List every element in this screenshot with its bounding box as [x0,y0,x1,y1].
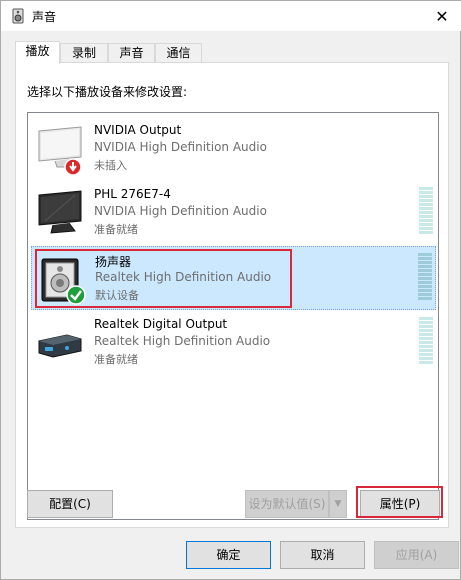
title-bar: 声音 ✕ [1,1,461,31]
device-driver: NVIDIA High Definition Audio [94,204,267,218]
window-title: 声音 [32,10,57,24]
device-status: 未插入 [94,159,127,172]
set-default-dropdown[interactable]: ▼ [329,490,347,518]
device-list: NVIDIA Output NVIDIA High Definition Aud… [27,112,439,520]
volume-meter [419,187,433,237]
monitor-unplugged-icon [38,126,82,176]
close-icon: ✕ [435,6,449,26]
configure-button[interactable]: 配置(C) [27,490,113,518]
volume-meter [418,253,432,303]
ok-button[interactable]: 确定 [186,541,271,569]
close-button[interactable]: ✕ [422,1,461,31]
device-status: 准备就绪 [94,223,138,236]
tab-communications[interactable]: 通信 [155,43,202,63]
cancel-button[interactable]: 取消 [280,541,365,569]
device-status: 准备就绪 [94,353,138,366]
monitor-icon [38,190,82,234]
device-name: NVIDIA Output [94,123,182,137]
device-item-realtek-digital-output[interactable]: Realtek Digital Output Realtek High Defi… [31,311,436,375]
device-status: 默认设备 [95,289,139,302]
tab-sounds[interactable]: 声音 [108,43,155,63]
sound-dialog: 声音 ✕ 播放 录制 声音 通信 选择以下播放设备来修改设置: NVIDIA O… [0,0,461,580]
device-item-phl-276e7[interactable]: PHL 276E7-4 NVIDIA High Definition Audio… [31,181,436,245]
speaker-default-icon [41,258,86,305]
device-driver: Realtek High Definition Audio [95,270,272,284]
device-name: PHL 276E7-4 [94,187,171,201]
device-item-speakers[interactable]: 扬声器 Realtek High Definition Audio 默认设备 [31,246,436,310]
speaker-icon [12,8,24,24]
device-driver: Realtek High Definition Audio [94,334,271,348]
digital-output-icon [38,334,82,358]
device-name: 扬声器 [95,255,132,269]
device-driver: NVIDIA High Definition Audio [94,140,267,154]
device-item-nvidia-output[interactable]: NVIDIA Output NVIDIA High Definition Aud… [31,117,436,181]
playback-panel: 选择以下播放设备来修改设置: NVIDIA Output NVIDIA High… [15,62,449,528]
tab-playback[interactable]: 播放 [15,41,60,64]
chevron-down-icon: ▼ [334,499,342,509]
volume-meter [419,317,433,367]
tab-recording[interactable]: 录制 [60,43,108,63]
instruction-text: 选择以下播放设备来修改设置: [27,85,188,99]
set-default-button[interactable]: 设为默认值(S) [245,490,329,518]
apply-button[interactable]: 应用(A) [374,541,459,569]
device-name: Realtek Digital Output [94,317,228,331]
properties-button[interactable]: 属性(P) [360,490,440,518]
